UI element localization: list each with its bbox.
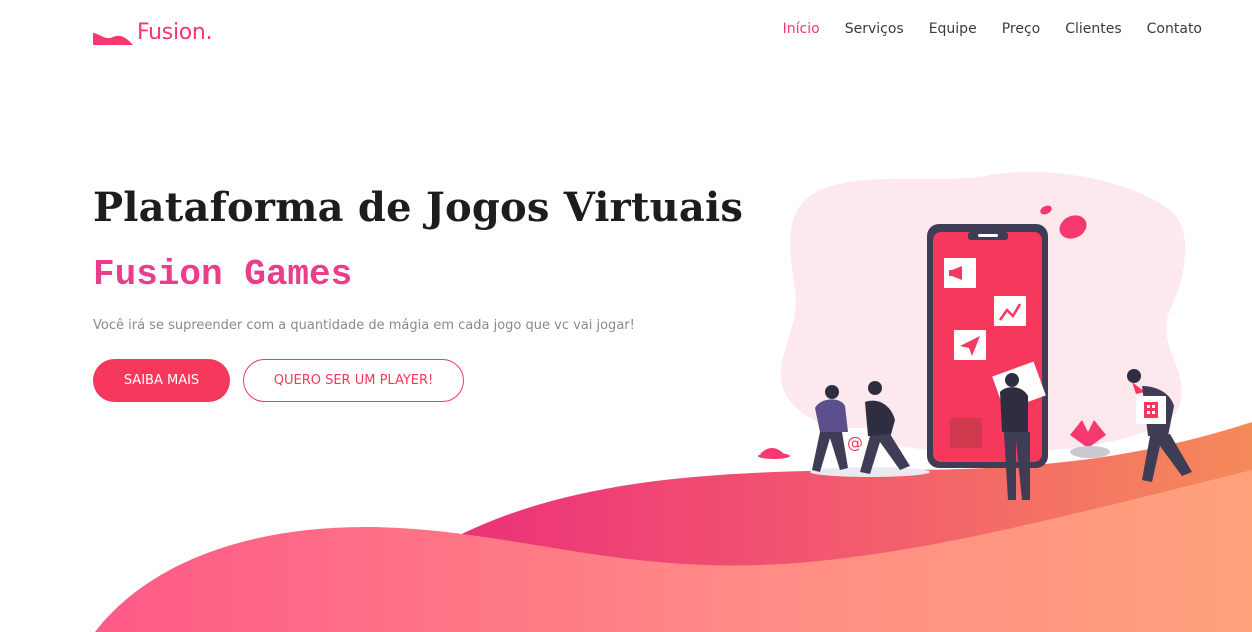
hero-title: Plataforma de Jogos Virtuais [93,184,744,231]
main-nav: Início Serviços Equipe Preço Clientes Co… [758,19,1202,39]
nav-item-equipe[interactable]: Equipe [929,19,977,39]
logo-wave-icon [93,33,133,45]
chart-icon [994,296,1026,326]
hero-illustration: @ [758,171,1192,500]
saiba-mais-button[interactable]: SAIBA MAIS [93,359,230,402]
nav-item-servicos[interactable]: Serviços [845,19,904,39]
nav-item-inicio[interactable]: Início [783,19,820,39]
hero-description: Você irá se supreender com a quantidade … [93,318,635,333]
logo-text: Fusion. [137,20,213,45]
player-signup-button[interactable]: QUERO SER UM PLAYER! [243,359,464,402]
nav-item-contato[interactable]: Contato [1147,19,1202,39]
at-icon: @ [847,433,863,452]
nav-item-clientes[interactable]: Clientes [1065,19,1121,39]
send-icon [954,330,986,360]
building-icon [1144,402,1158,418]
site-header: Fusion. Início Serviços Equipe Preço Cli… [0,0,1252,60]
megaphone-icon [944,258,976,288]
logo[interactable]: Fusion. [93,16,213,46]
hero-subtitle: Fusion Games [93,254,353,295]
nav-item-preco[interactable]: Preço [1002,19,1041,39]
